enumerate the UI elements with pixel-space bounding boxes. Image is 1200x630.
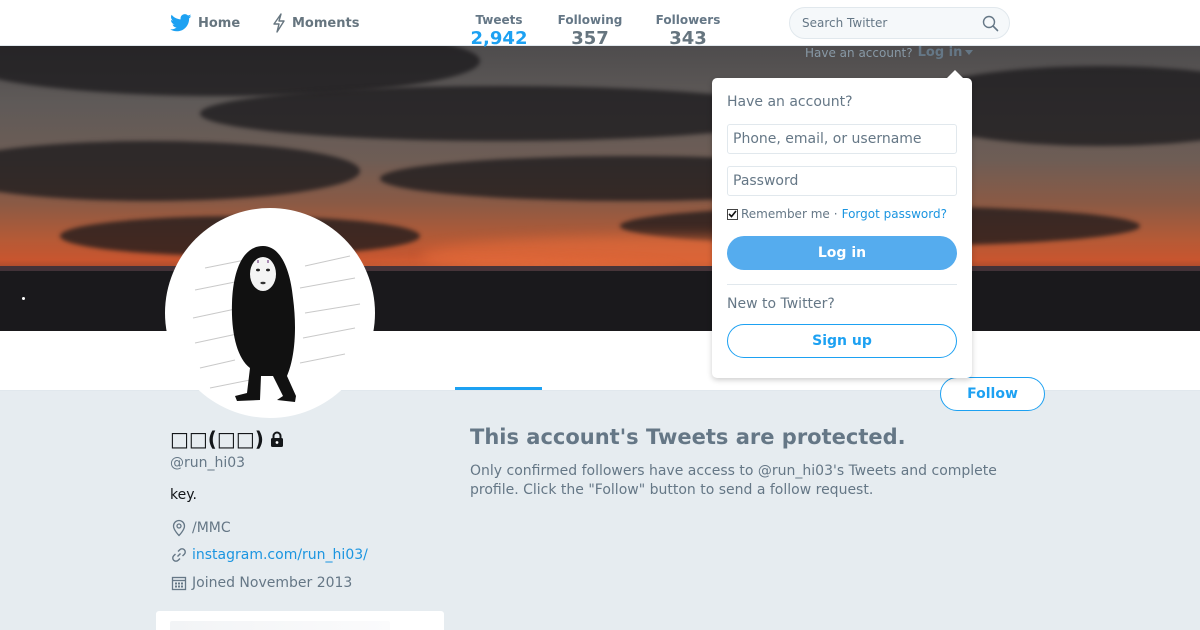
stat-tweets-value: 2,942 (470, 28, 528, 49)
stat-tweets[interactable]: Tweets 2,942 (456, 13, 542, 49)
dropdown-divider (727, 284, 957, 285)
remember-row: Remember me · Forgot password? (727, 207, 947, 221)
stat-followers-value: 343 (669, 28, 707, 49)
login-dropdown-toggle[interactable]: Log in (918, 45, 963, 60)
username-field[interactable] (727, 124, 957, 154)
profile-name: □□(□□) (170, 427, 284, 451)
login-dropdown: Have an account? Remember me · Forgot pa… (712, 70, 972, 378)
search-input[interactable] (802, 8, 972, 38)
avatar[interactable] (165, 208, 375, 418)
login-prompt: Have an account? Log in (805, 45, 974, 60)
signup-button[interactable]: Sign up (727, 324, 957, 358)
profile-location-text: /MMC (192, 520, 231, 536)
profile-bio: key. (170, 487, 197, 503)
stat-following[interactable]: Following 357 (552, 13, 628, 49)
profile-website-link[interactable]: instagram.com/run_hi03/ (192, 547, 368, 563)
separator-dot: · (833, 207, 838, 221)
nav-moments-label: Moments (292, 15, 360, 31)
stat-following-label: Following (557, 13, 623, 27)
remember-me-label[interactable]: Remember me (741, 207, 830, 221)
profile-joined: Joined November 2013 (170, 575, 352, 591)
forgot-password-link[interactable]: Forgot password? (842, 207, 947, 221)
stat-followers[interactable]: Followers 343 (650, 13, 726, 49)
protected-body: Only confirmed followers have access to … (470, 463, 997, 498)
password-field[interactable] (727, 166, 957, 196)
login-button[interactable]: Log in (727, 236, 957, 270)
login-heading: Have an account? (727, 94, 853, 110)
nav-home[interactable]: Home (170, 0, 240, 46)
calendar-icon (170, 575, 188, 591)
remember-me-checkbox[interactable] (727, 208, 738, 220)
nav-home-label: Home (198, 15, 241, 31)
profile-handle: @run_hi03 (170, 455, 246, 471)
search-box (789, 7, 1010, 39)
sidebar-card (156, 611, 444, 630)
lock-icon (270, 431, 284, 447)
search-icon[interactable] (982, 15, 999, 36)
profile-location: /MMC (170, 519, 231, 537)
link-icon (170, 547, 188, 563)
follow-button[interactable]: Follow (940, 377, 1045, 411)
profile-joined-text: Joined November 2013 (192, 575, 353, 591)
map-pin-icon (170, 519, 188, 537)
active-tab-indicator (455, 387, 542, 390)
profile-website: instagram.com/run_hi03/ (170, 547, 368, 563)
profile-display-name: □□(□□) (170, 427, 264, 451)
twitter-bird-icon (170, 14, 192, 32)
new-to-twitter-text: New to Twitter? (727, 296, 835, 312)
stat-following-value: 357 (571, 28, 609, 49)
nav-moments[interactable]: Moments (272, 0, 359, 46)
stat-tweets-label: Tweets (475, 13, 523, 27)
lightning-icon (272, 13, 286, 33)
caret-down-icon[interactable] (965, 50, 974, 55)
stat-followers-label: Followers (655, 13, 721, 27)
protected-title: This account's Tweets are protected. (470, 425, 906, 449)
login-prompt-text: Have an account? (805, 45, 913, 60)
